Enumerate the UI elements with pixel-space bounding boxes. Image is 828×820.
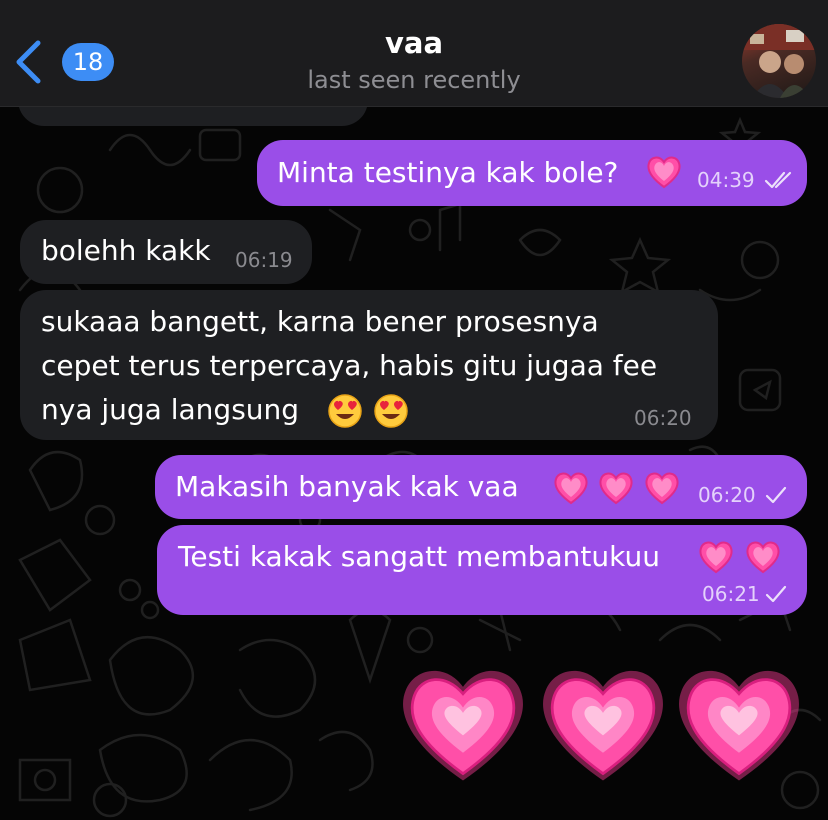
chat-screen: 18 vaa last seen recently Minta testinya…	[0, 0, 828, 820]
heart-eyes-emoji	[374, 394, 408, 428]
double-check-icon	[764, 171, 792, 189]
message-bubble-outgoing[interactable]: Minta testinya kak bole? 04:39	[257, 140, 807, 206]
message-text: bolehh kakk	[41, 234, 211, 267]
avatar-photo	[742, 24, 816, 98]
growing-heart-emoji	[699, 541, 733, 574]
growing-heart-emoji	[403, 670, 523, 781]
contact-avatar[interactable]	[742, 24, 816, 98]
unread-count-badge: 18	[62, 43, 114, 81]
growing-heart-emoji	[647, 156, 681, 189]
big-emoji-message[interactable]	[400, 660, 810, 810]
heart-eyes-emoji	[328, 394, 362, 428]
growing-heart-emoji	[645, 472, 679, 505]
message-line: sukaaa bangett, karna bener prosesnya	[41, 305, 599, 338]
message-time: 06:20	[698, 483, 756, 507]
message-line: cepet terus terpercaya, habis gitu jugaa…	[41, 349, 658, 382]
message-bubble-incoming[interactable]: sukaaa bangett, karna bener prosesnya ce…	[20, 290, 718, 440]
back-button[interactable]: 18	[14, 38, 114, 84]
message-bubble-incoming[interactable]: bolehh kakk 06:19	[20, 220, 312, 284]
message-line: nya juga langsung	[41, 393, 300, 426]
growing-heart-emoji	[543, 670, 663, 781]
message-time: 06:21	[702, 582, 760, 606]
contact-status: last seen recently	[307, 66, 521, 94]
growing-heart-emoji	[554, 472, 588, 505]
message-text: Makasih banyak kak vaa	[175, 470, 519, 503]
message-text: Testi kakak sangatt membantukuu	[178, 540, 661, 573]
message-bubble-outgoing[interactable]: Makasih banyak kak vaa 06:20	[155, 455, 807, 519]
chat-header: 18 vaa last seen recently	[0, 0, 828, 107]
growing-heart-emoji	[746, 541, 780, 574]
growing-heart-emoji	[679, 670, 799, 781]
chevron-left-icon	[16, 40, 41, 84]
message-time: 06:20	[634, 406, 692, 430]
message-time: 04:39	[697, 168, 755, 192]
message-text: Minta testinya kak bole?	[277, 156, 619, 189]
single-check-icon	[765, 486, 787, 504]
contact-name[interactable]: vaa	[214, 26, 614, 60]
message-time: 06:19	[235, 248, 293, 272]
message-bubble-outgoing[interactable]: Testi kakak sangatt membantukuu 06:21	[157, 525, 807, 615]
growing-heart-emoji	[599, 472, 633, 505]
single-check-icon	[765, 585, 787, 603]
